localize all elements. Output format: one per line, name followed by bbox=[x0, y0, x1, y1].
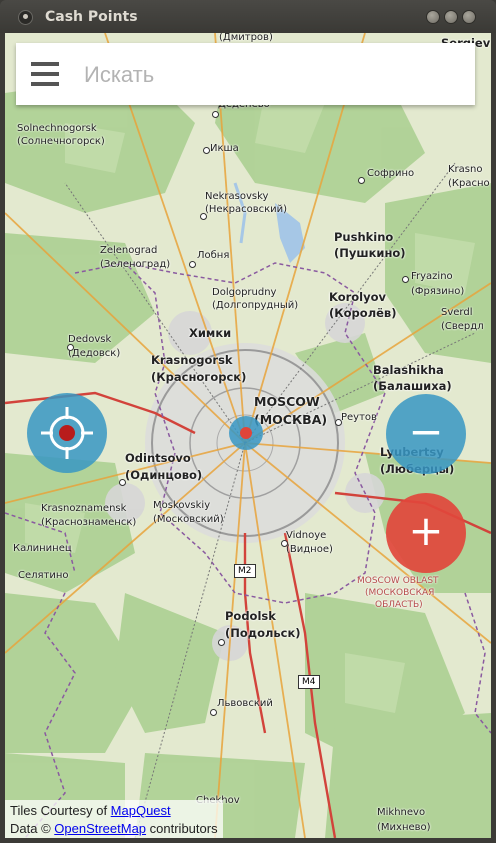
map-label-sverdl: Sverdl bbox=[441, 307, 473, 318]
map-label-reutov: Реутов bbox=[341, 412, 377, 423]
plus-icon: + bbox=[408, 506, 444, 555]
map-label-podolsk-ru: (Подольск) bbox=[225, 626, 301, 640]
town-marker bbox=[119, 479, 126, 486]
attribution-text: Data © bbox=[10, 821, 55, 836]
map-label-moskovsky-ru: (Московский) bbox=[153, 514, 224, 525]
map-label-moskovsky: Moskovskiy bbox=[153, 500, 211, 511]
map-label-dedovsk: Dedovsk bbox=[68, 334, 112, 345]
map-label-sofrino: Софрино bbox=[367, 168, 415, 179]
close-button[interactable] bbox=[462, 10, 476, 24]
map-label-dolgoprudny-ru: (Долгопрудный) bbox=[212, 300, 299, 311]
map-label-kalininets: Калининец bbox=[13, 543, 72, 554]
map-label-krasnoarmeysk-ru: (Красно bbox=[448, 178, 490, 189]
map-label-krasnoznamensk: Krasnoznamensk bbox=[41, 503, 127, 514]
menu-icon[interactable] bbox=[31, 62, 59, 86]
map-label-balashikha: Balashikha bbox=[373, 363, 444, 377]
map-label-dmitrov: (Дмитров) bbox=[219, 33, 273, 43]
attribution-line-2: Data © OpenStreetMap contributors bbox=[10, 820, 218, 838]
map-label-moscow: MOSCOW bbox=[254, 394, 320, 409]
locate-me-button[interactable] bbox=[27, 393, 107, 473]
map-label-krasnogorsk: Krasnogorsk bbox=[151, 353, 233, 367]
town-marker bbox=[281, 540, 288, 547]
search-bar bbox=[16, 43, 475, 105]
minimize-button[interactable] bbox=[426, 10, 440, 24]
map-label-zelenograd: Zelenograd bbox=[100, 245, 158, 256]
map-label-moscow-oblast-ru1: (МОСКОВСКАЯ bbox=[365, 588, 435, 598]
map-label-odintsovo: Odintsovo bbox=[125, 451, 191, 465]
town-marker bbox=[335, 419, 342, 426]
map-label-moscow-oblast-ru2: ОБЛАСТЬ) bbox=[375, 600, 423, 610]
search-input[interactable] bbox=[82, 55, 466, 95]
town-marker bbox=[67, 344, 74, 351]
window-title: Cash Points bbox=[45, 9, 138, 25]
map-label-khimki: Химки bbox=[189, 326, 232, 340]
map-label-krasnoznamensk-ru: (Краснознаменск) bbox=[41, 517, 137, 528]
town-marker bbox=[189, 261, 196, 268]
zoom-out-button[interactable]: − bbox=[386, 394, 466, 474]
map-label-podolsk: Podolsk bbox=[225, 609, 276, 623]
maximize-button[interactable] bbox=[444, 10, 458, 24]
town-marker bbox=[358, 177, 365, 184]
app-window: Cash Points (Дмитров) Solnechnogorsk (Со… bbox=[0, 0, 496, 843]
map-label-mikhnevo: Mikhnevo bbox=[377, 807, 426, 818]
map-label-nekrasovsky-ru: (Некрасовский) bbox=[205, 204, 288, 215]
map-label-dedovsk-ru: (Дедовск) bbox=[68, 348, 121, 359]
map-label-nekrasovsky: Nekrasovsky bbox=[205, 191, 269, 202]
map-label-pushkino-ru: (Пушкино) bbox=[334, 246, 406, 260]
map-label-fryazino-ru: (Фрязино) bbox=[411, 286, 465, 297]
map-label-dolgoprudny: Dolgoprudny bbox=[212, 287, 277, 298]
town-marker bbox=[210, 709, 217, 716]
map-label-korolyov-ru: (Королёв) bbox=[329, 306, 397, 320]
current-location-marker bbox=[229, 416, 263, 450]
minus-icon: − bbox=[408, 407, 444, 456]
map-label-solnechnogorsk: Solnechnogorsk bbox=[17, 123, 97, 134]
map-label-vidnoye-ru: (Видное) bbox=[286, 544, 333, 555]
town-marker bbox=[200, 213, 207, 220]
attribution-text: Tiles Courtesy of bbox=[10, 803, 111, 818]
town-marker bbox=[203, 147, 210, 154]
attribution-line-1: Tiles Courtesy of MapQuest bbox=[10, 802, 218, 820]
map-label-lobnya: Лобня bbox=[197, 250, 230, 261]
map-label-moscow-ru: (МОСКВА) bbox=[254, 412, 328, 427]
map-label-zelenograd-ru: (Зеленоград) bbox=[100, 259, 171, 270]
map-view[interactable]: (Дмитров) Sergiev Деденево Solnechnogors… bbox=[5, 33, 491, 838]
map-label-lvovsky: Львовский bbox=[217, 698, 273, 709]
crosshair-icon bbox=[41, 407, 93, 459]
map-label-balashikha-ru: (Балашиха) bbox=[373, 379, 452, 393]
map-label-iksha: Икша bbox=[210, 143, 239, 154]
map-label-solnechnogorsk-ru: (Солнечногорск) bbox=[17, 136, 105, 147]
highway-shield-m2: M2 bbox=[234, 564, 256, 578]
zoom-in-button[interactable]: + bbox=[386, 493, 466, 573]
mapquest-link[interactable]: MapQuest bbox=[111, 803, 171, 818]
app-icon bbox=[18, 10, 33, 25]
map-label-vidnoye: Vidnoye bbox=[286, 530, 327, 541]
map-label-odintsovo-ru: (Одинцово) bbox=[125, 468, 203, 482]
highway-shield-m4: M4 bbox=[298, 675, 320, 689]
openstreetmap-link[interactable]: OpenStreetMap bbox=[54, 821, 146, 836]
map-label-mikhnevo-ru: (Михнево) bbox=[377, 822, 431, 833]
attribution-text: contributors bbox=[146, 821, 218, 836]
town-marker bbox=[212, 111, 219, 118]
map-label-krasnogorsk-ru: (Красногорск) bbox=[151, 370, 247, 384]
map-attribution: Tiles Courtesy of MapQuest Data © OpenSt… bbox=[5, 800, 223, 838]
map-label-moscow-oblast: MOSCOW OBLAST bbox=[357, 576, 439, 586]
title-bar[interactable]: Cash Points bbox=[0, 0, 496, 33]
town-marker bbox=[218, 639, 225, 646]
map-label-selyatino: Селятино bbox=[18, 570, 69, 581]
map-label-fryazino: Fryazino bbox=[411, 271, 453, 282]
map-label-pushkino: Pushkino bbox=[334, 230, 394, 244]
town-marker bbox=[402, 276, 409, 283]
map-label-krasnoarmeysk: Krasno bbox=[448, 164, 483, 175]
map-label-korolyov: Korolyov bbox=[329, 290, 387, 304]
map-label-sverdl-ru: (Свердл bbox=[441, 321, 484, 332]
